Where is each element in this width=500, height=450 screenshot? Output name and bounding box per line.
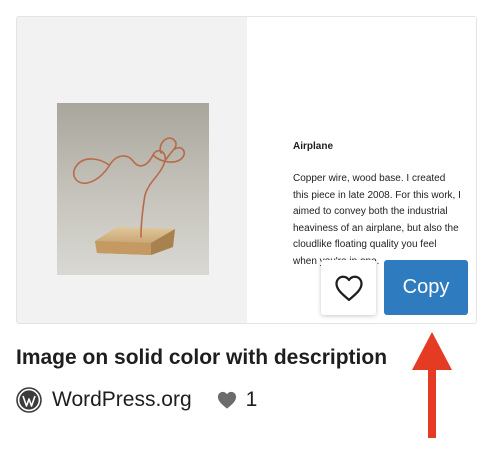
heart-filled-icon — [217, 391, 236, 409]
copy-button[interactable]: Copy — [384, 260, 468, 315]
arrow-up-icon — [412, 332, 452, 438]
author-name: WordPress.org — [52, 388, 192, 411]
author-link[interactable]: WordPress.org — [16, 387, 192, 413]
likes-count: 1 — [245, 388, 258, 411]
likes-counter: 1 — [216, 388, 258, 412]
pattern-preview-title: Airplane — [293, 141, 334, 152]
favorite-button[interactable] — [321, 260, 376, 315]
wordpress-logo-icon — [16, 387, 42, 413]
pattern-name[interactable]: Image on solid color with description — [16, 346, 387, 370]
heart-outline-icon — [334, 275, 363, 301]
pattern-meta: WordPress.org 1 — [16, 386, 257, 414]
pattern-preview-description: Copper wire, wood base. I created this p… — [293, 173, 461, 267]
sculpture-photo — [57, 103, 209, 275]
